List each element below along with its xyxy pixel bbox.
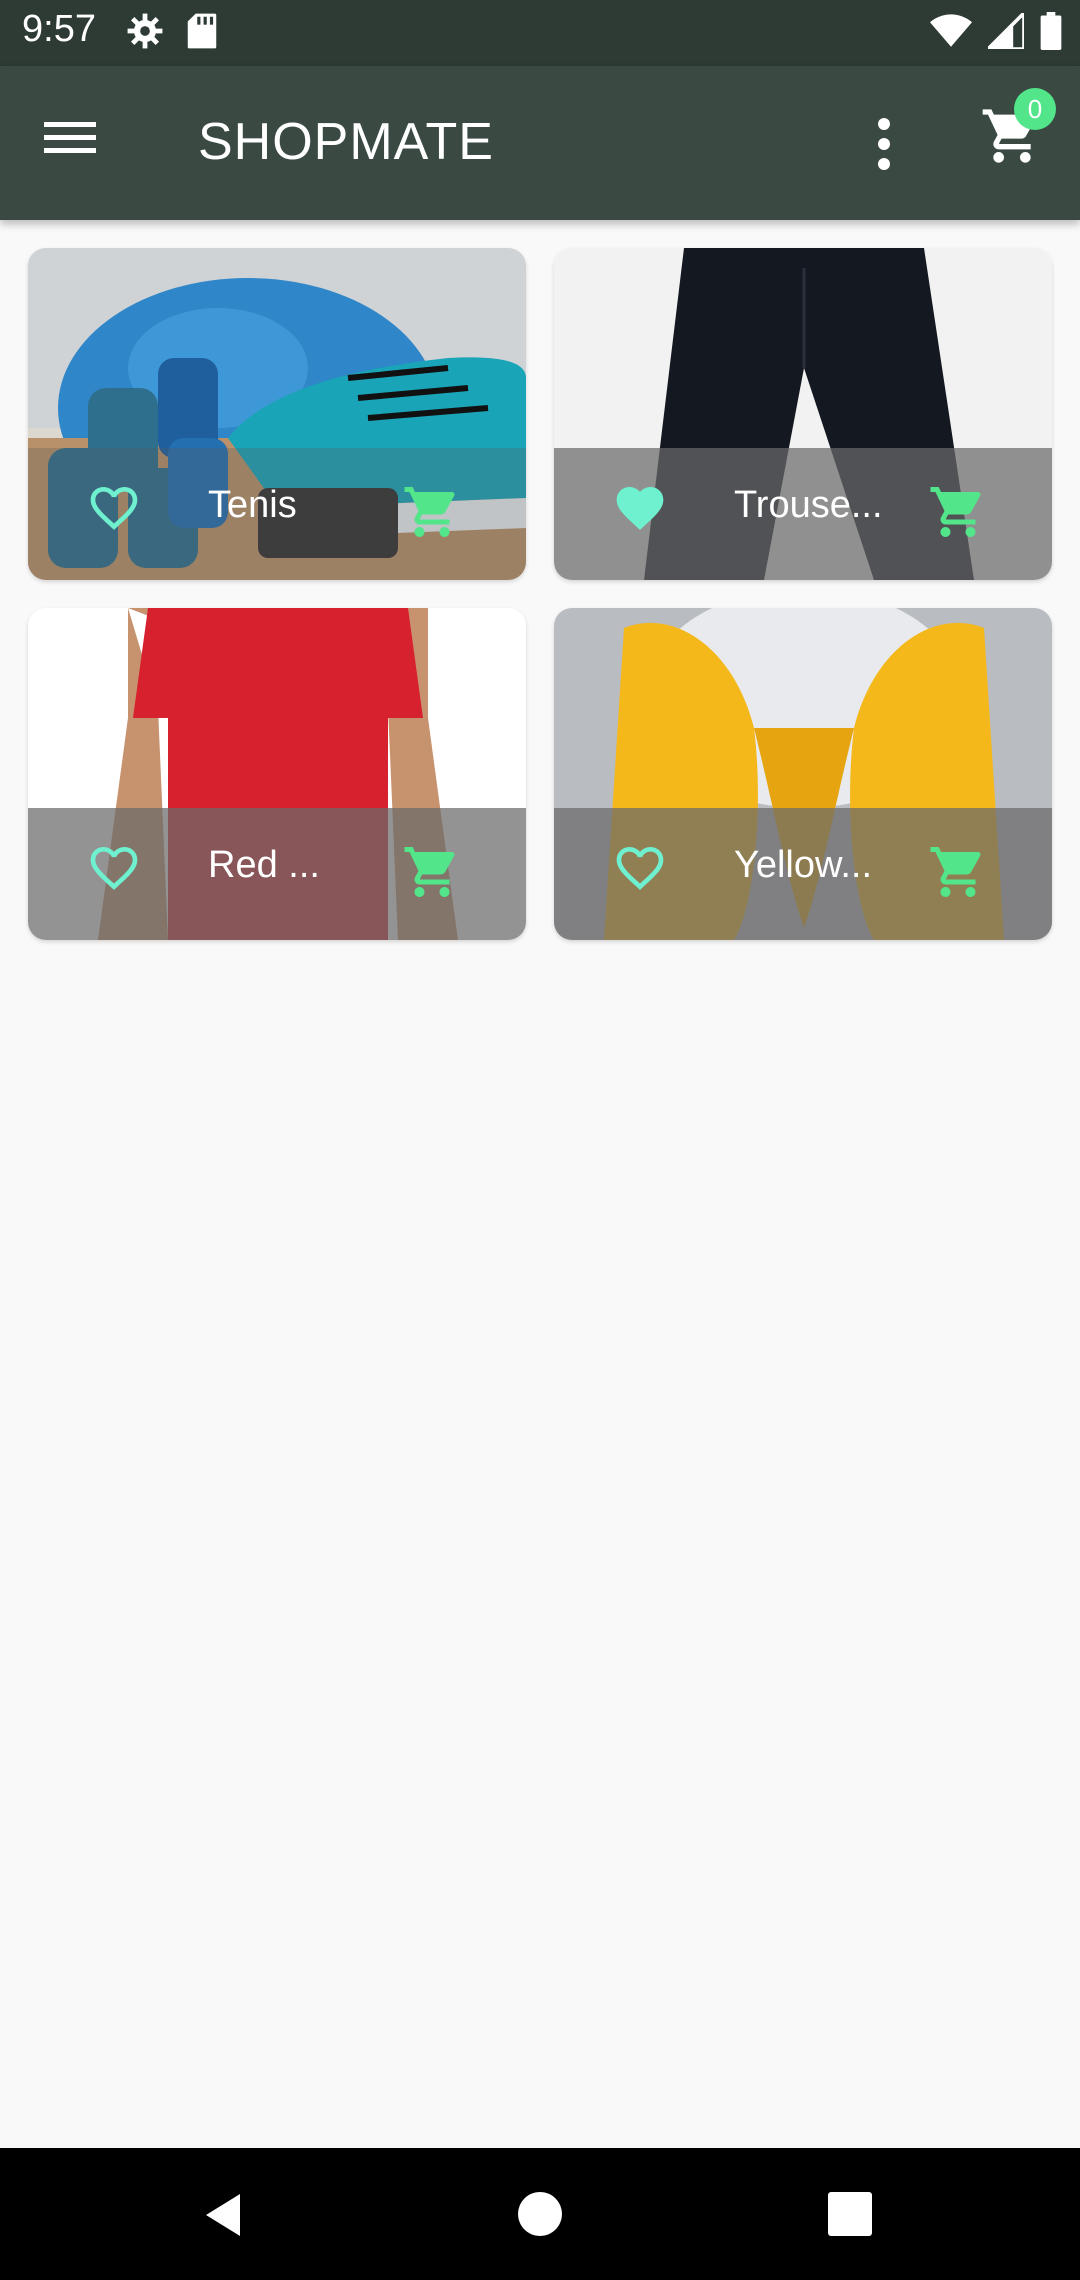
heart-outline-icon bbox=[90, 847, 138, 890]
menu-icon bbox=[44, 122, 96, 153]
product-name: Trouse... bbox=[734, 484, 883, 526]
add-to-cart-icon bbox=[404, 487, 455, 537]
heart-outline-icon bbox=[616, 847, 664, 890]
heart-outline-icon bbox=[90, 487, 138, 530]
back-icon bbox=[206, 2194, 240, 2236]
heart-filled-icon bbox=[616, 487, 664, 530]
product-name: Tenis bbox=[208, 484, 297, 526]
add-to-cart-button[interactable] bbox=[928, 842, 992, 902]
product-name: Yellow... bbox=[734, 844, 873, 886]
navigation-bar bbox=[0, 2148, 1080, 2280]
add-to-cart-button[interactable] bbox=[402, 482, 466, 542]
back-button[interactable] bbox=[200, 2190, 250, 2240]
more-vert-icon bbox=[878, 118, 890, 170]
add-to-cart-icon bbox=[930, 487, 981, 537]
wifi-icon bbox=[930, 14, 972, 47]
home-button[interactable] bbox=[518, 2192, 562, 2236]
sd-card-icon bbox=[187, 13, 217, 49]
more-options-button[interactable] bbox=[870, 114, 898, 174]
settings-icon bbox=[127, 13, 163, 49]
product-card-trousers[interactable]: Trouse... bbox=[554, 248, 1052, 580]
product-card-red-shirt[interactable]: Red ... bbox=[28, 608, 526, 940]
add-to-cart-button[interactable] bbox=[402, 842, 466, 902]
menu-button[interactable] bbox=[44, 118, 104, 168]
add-to-cart-icon bbox=[930, 847, 981, 897]
favorite-button[interactable] bbox=[84, 840, 148, 900]
favorite-button[interactable] bbox=[610, 840, 674, 900]
product-card-yellow-scarf[interactable]: Yellow... bbox=[554, 608, 1052, 940]
product-name: Red ... bbox=[208, 844, 320, 886]
recents-button[interactable] bbox=[828, 2192, 872, 2236]
product-card-tenis[interactable]: Tenis bbox=[28, 248, 526, 580]
add-to-cart-icon bbox=[404, 847, 455, 897]
status-bar: 9:57 bbox=[0, 0, 1080, 66]
favorite-button[interactable] bbox=[610, 480, 674, 540]
status-time: 9:57 bbox=[22, 8, 96, 50]
app-title: SHOPMATE bbox=[198, 113, 494, 171]
cart-count-badge: 0 bbox=[1014, 88, 1056, 130]
battery-icon bbox=[1040, 12, 1062, 50]
app-bar: SHOPMATE bbox=[0, 66, 1080, 220]
add-to-cart-button[interactable] bbox=[928, 482, 992, 542]
signal-icon bbox=[988, 13, 1024, 49]
favorite-button[interactable] bbox=[84, 480, 148, 540]
